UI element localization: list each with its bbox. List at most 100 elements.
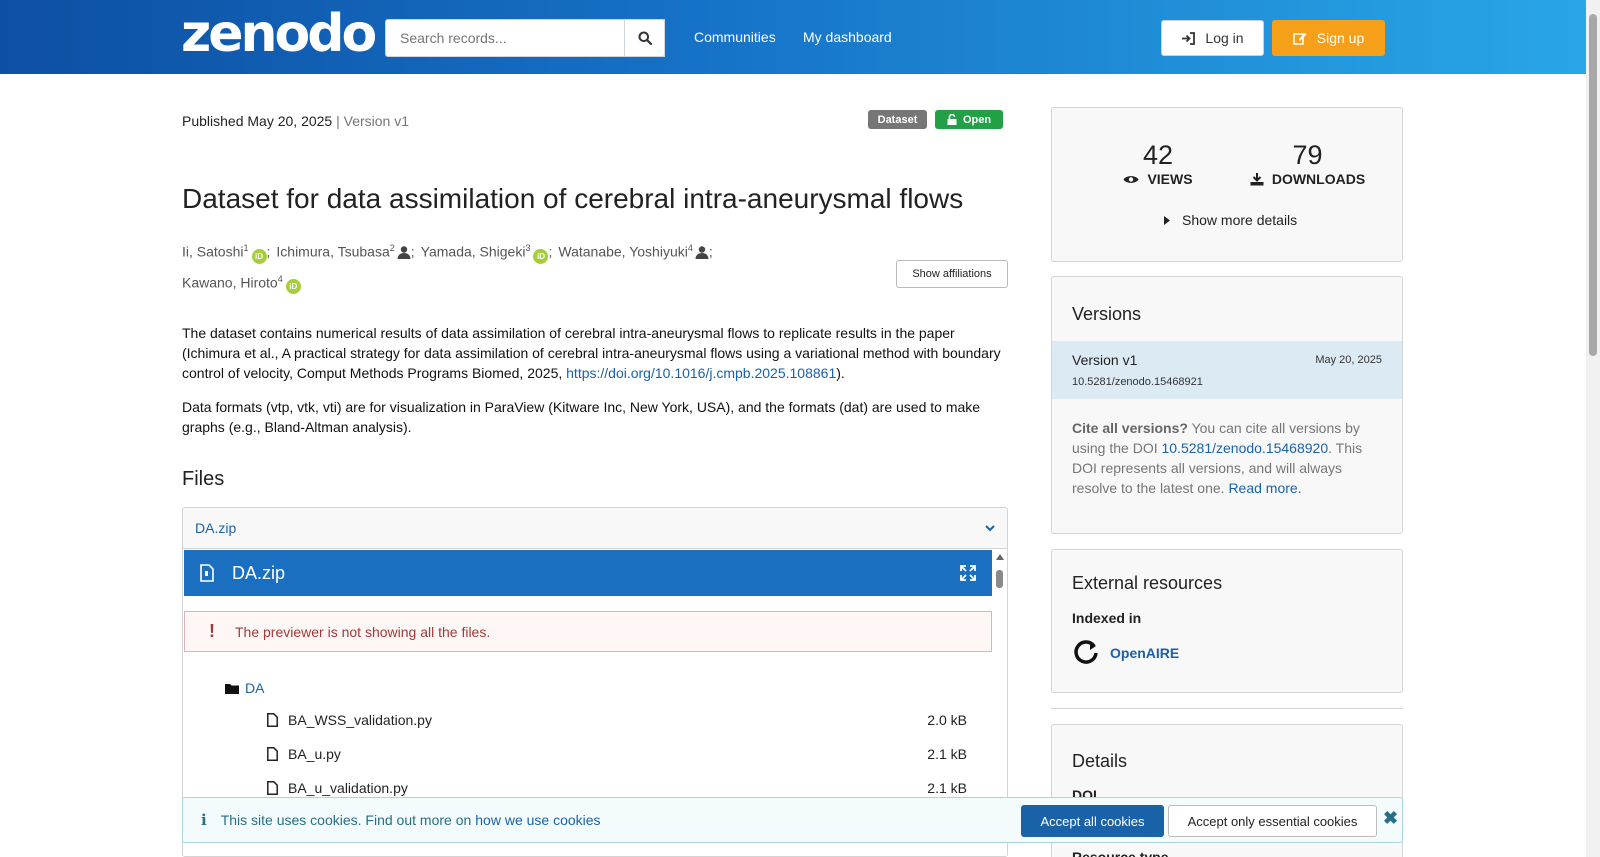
- published-date: Published May 20, 2025: [182, 113, 333, 129]
- creator-item[interactable]: Ichimura, Tsubasa2;: [276, 235, 414, 266]
- downloads-label: DOWNLOADS: [1271, 171, 1366, 187]
- page-scrollbar-thumb[interactable]: [1589, 14, 1597, 356]
- version-label: | Version v1: [336, 113, 410, 129]
- nav-my-dashboard[interactable]: My dashboard: [803, 29, 892, 45]
- file-name[interactable]: BA_WSS_validation.py: [288, 712, 927, 728]
- folder-icon: [225, 683, 239, 694]
- stats-panel: 42 VIEWS 79 DOWNLOADS Show more details: [1051, 107, 1403, 262]
- creator-item[interactable]: Yamada, Shigeki3iD;: [421, 235, 553, 266]
- access-badge: Open: [935, 110, 1003, 129]
- archive-link[interactable]: DA.zip: [195, 520, 236, 536]
- cookie-banner: i This site uses cookies. Find out more …: [182, 797, 1403, 843]
- person-icon: [695, 245, 709, 259]
- caret-right-icon: [1164, 215, 1170, 225]
- cookie-policy-link[interactable]: how we use cookies: [475, 812, 600, 828]
- creator-name[interactable]: Ichimura, Tsubasa: [276, 244, 389, 260]
- exclamation-icon: !: [209, 621, 215, 641]
- sidebar-divider: [1051, 708, 1403, 709]
- version-date: May 20, 2025: [1315, 354, 1382, 366]
- creator-item[interactable]: Ii, Satoshi1iD;: [182, 235, 270, 266]
- cite-all-versions: Cite all versions? You can cite all vers…: [1072, 420, 1363, 496]
- creator-separator: ;: [548, 243, 553, 260]
- publication-info: Published May 20, 2025 | Version v1: [182, 113, 409, 129]
- affiliation-number: 1: [243, 243, 249, 253]
- preview-warning-text: The previewer is not showing all the fil…: [235, 623, 491, 640]
- folder-item[interactable]: DA: [225, 680, 264, 696]
- unlock-icon: [947, 114, 957, 125]
- file-item[interactable]: BA_u_validation.py 2.1 kB: [267, 780, 967, 796]
- orcid-icon[interactable]: iD: [251, 248, 267, 264]
- scroll-up-icon[interactable]: [996, 554, 1004, 560]
- version-item[interactable]: Version v1 May 20, 2025 10.5281/zenodo.1…: [1052, 341, 1402, 399]
- show-more-details[interactable]: Show more details: [1164, 212, 1297, 228]
- creator-separator: ;: [266, 243, 271, 260]
- affiliation-number: 4: [277, 273, 283, 284]
- page-scrollbar[interactable]: [1586, 0, 1600, 857]
- creator-name[interactable]: Ii, Satoshi: [182, 244, 243, 260]
- file-name[interactable]: BA_u_validation.py: [288, 780, 927, 796]
- indexed-in-label: Indexed in: [1072, 610, 1142, 626]
- access-label: Open: [962, 113, 992, 126]
- details-resource-type-label: Resource type: [1072, 849, 1169, 857]
- sign-in-icon: [1182, 31, 1196, 45]
- files-accordion-header[interactable]: DA.zip: [183, 508, 1007, 549]
- file-icon: [267, 713, 278, 727]
- zenodo-logo[interactable]: zenodo: [181, 8, 377, 60]
- views-label: VIEWS: [1147, 171, 1193, 187]
- preview-scrollbar-thumb[interactable]: [996, 570, 1003, 588]
- expand-icon[interactable]: [960, 565, 976, 581]
- version-name: Version v1: [1072, 352, 1138, 368]
- accept-essential-cookies-button[interactable]: Accept only essential cookies: [1168, 805, 1377, 837]
- views-stat: 42 VIEWS: [1112, 140, 1204, 187]
- read-more-link[interactable]: Read more.: [1228, 480, 1301, 496]
- openaire-link[interactable]: OpenAIRE: [1072, 639, 1179, 667]
- signup-button[interactable]: Sign up: [1272, 20, 1385, 56]
- creator-item[interactable]: Watanabe, Yoshiyuki4;: [558, 235, 712, 266]
- cookie-text: This site uses cookies. Find out more on: [220, 812, 472, 828]
- resource-type-badge: Dataset: [868, 110, 927, 129]
- creator-separator: ;: [708, 243, 713, 260]
- search-button[interactable]: [624, 19, 665, 57]
- external-resources-heading: External resources: [1072, 573, 1223, 593]
- file-item[interactable]: BA_u.py 2.1 kB: [267, 746, 967, 762]
- creator-list: Ii, Satoshi1iD; Ichimura, Tsubasa2; Yamada…: [182, 235, 782, 296]
- affiliation-number: 3: [525, 243, 531, 253]
- top-navbar: zenodo Communities My dashboard Log in S…: [0, 0, 1586, 74]
- nav-communities[interactable]: Communities: [694, 29, 776, 45]
- openaire-icon: [1074, 640, 1098, 664]
- show-affiliations-button[interactable]: Show affiliations: [896, 260, 1008, 288]
- preview-title-bar: DA.zip: [184, 550, 992, 596]
- file-size: 2.1 kB: [927, 746, 967, 762]
- login-label: Log in: [1205, 30, 1244, 46]
- file-archive-icon: [200, 564, 214, 582]
- file-icon: [267, 747, 278, 761]
- record-title: Dataset for data assimilation of cerebra…: [182, 183, 964, 214]
- login-button[interactable]: Log in: [1161, 20, 1264, 56]
- concept-doi-link[interactable]: 10.5281/zenodo.15468920: [1162, 440, 1329, 456]
- affiliation-number: 4: [687, 243, 693, 253]
- files-heading: Files: [182, 468, 225, 490]
- accept-all-cookies-button[interactable]: Accept all cookies: [1021, 805, 1164, 837]
- folder-name[interactable]: DA: [245, 680, 264, 696]
- person-icon: [397, 245, 411, 259]
- description-paragraph-2: Data formats (vtp, vtk, vti) are for vis…: [182, 399, 981, 435]
- orcid-icon[interactable]: iD: [285, 279, 301, 295]
- file-size: 2.1 kB: [927, 780, 967, 796]
- creator-item[interactable]: Kawano, Hiroto4iD: [182, 266, 301, 297]
- record-description: The dataset contains numerical results o…: [182, 323, 1008, 451]
- affiliation-number: 2: [389, 243, 395, 253]
- paper-doi-link[interactable]: https://doi.org/10.1016/j.cmpb.2025.1088…: [566, 365, 836, 381]
- creator-name[interactable]: Watanabe, Yoshiyuki: [558, 244, 687, 260]
- version-doi: 10.5281/zenodo.15468921: [1072, 376, 1203, 388]
- file-name[interactable]: BA_u.py: [288, 746, 927, 762]
- creator-separator: ;: [410, 243, 415, 260]
- file-item[interactable]: BA_WSS_validation.py 2.0 kB: [267, 712, 967, 728]
- creator-name[interactable]: Yamada, Shigeki: [421, 244, 526, 260]
- search-box[interactable]: [385, 19, 665, 57]
- search-input[interactable]: [386, 20, 664, 56]
- orcid-icon[interactable]: iD: [533, 248, 549, 264]
- creator-name[interactable]: Kawano, Hiroto: [182, 274, 278, 290]
- chevron-down-icon: [985, 524, 995, 531]
- external-resources-panel: External resources Indexed in OpenAIRE: [1051, 549, 1403, 693]
- close-icon[interactable]: ✖: [1383, 808, 1398, 829]
